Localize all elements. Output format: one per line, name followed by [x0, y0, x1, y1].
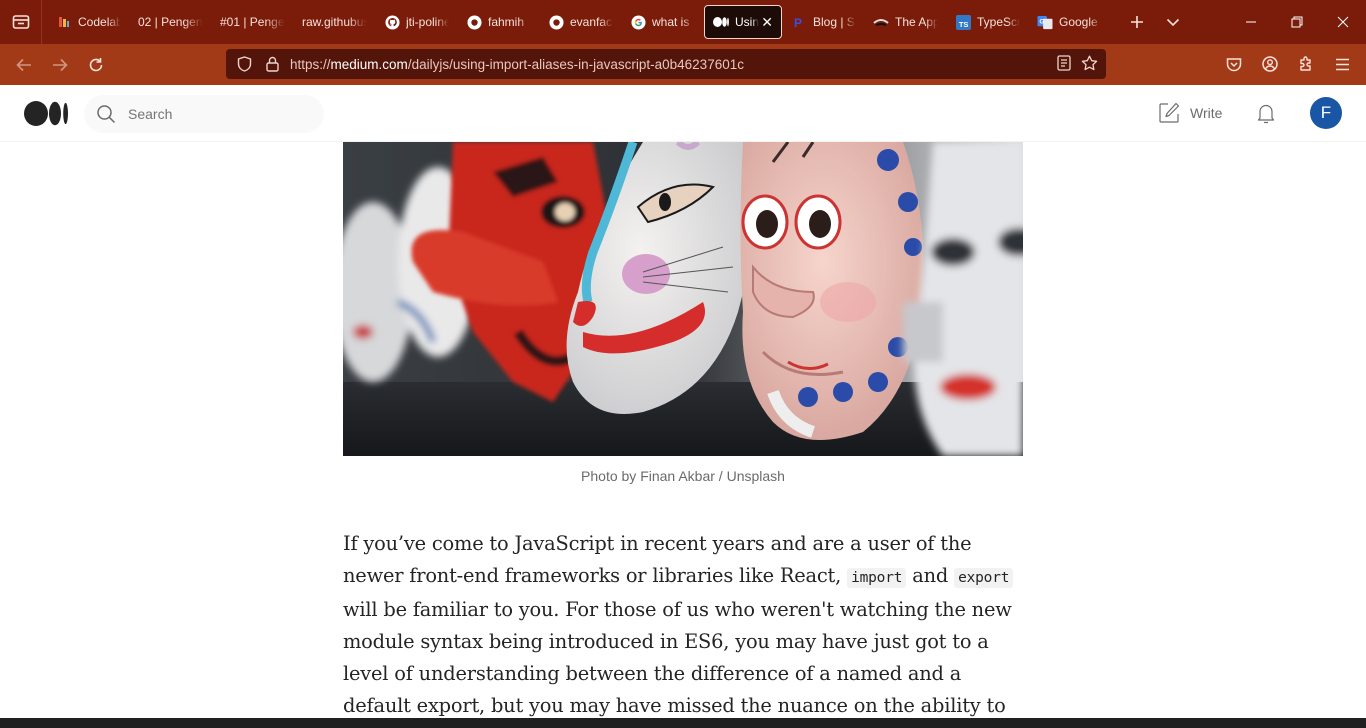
google-icon — [630, 14, 646, 30]
tab-title: fahmih — [488, 15, 525, 29]
url-host: medium.com — [330, 56, 408, 72]
svg-text:P: P — [794, 16, 802, 29]
medium-logo-icon — [24, 101, 68, 126]
plus-icon — [1131, 16, 1143, 28]
tab-typescript[interactable]: TS TypeScript — [947, 5, 1028, 39]
github-icon — [466, 14, 482, 30]
hamburger-menu-icon — [1335, 58, 1349, 70]
os-taskbar — [0, 718, 1366, 728]
tab-using-import-aliases[interactable]: Using ✕ — [704, 5, 782, 39]
paragraph-text-and: and — [912, 564, 949, 587]
account-icon — [1262, 56, 1278, 72]
tab-title: Blog | S — [813, 15, 855, 29]
tab-google-translate[interactable]: G Google — [1029, 5, 1110, 39]
tab-fahmih[interactable]: fahmih — [458, 5, 539, 39]
reload-button[interactable] — [78, 49, 114, 81]
reader-view-icon[interactable] — [1057, 54, 1071, 74]
arrow-left-icon — [16, 58, 31, 71]
tab-blog[interactable]: P Blog | S — [783, 5, 864, 39]
medium-logo[interactable] — [24, 101, 69, 131]
tab-overview-button[interactable] — [0, 0, 42, 44]
browser-tab-strip: Codelab 02 | Pengenalan #01 | Pengenalan… — [0, 0, 1366, 44]
tab-title: 02 | Pengenalan — [138, 15, 203, 29]
app-favicon-icon — [873, 14, 889, 30]
tab-title: jti-polinema — [406, 15, 449, 29]
new-tab-button[interactable] — [1119, 4, 1155, 40]
tab-jti-polinema[interactable]: jti-polinema — [376, 5, 457, 39]
tab-overview-icon — [12, 15, 29, 29]
bookmark-star-icon[interactable] — [1081, 55, 1098, 74]
close-icon — [1337, 16, 1349, 28]
medium-search — [84, 95, 324, 133]
arrow-right-icon — [53, 58, 68, 71]
bell-icon — [1257, 104, 1275, 124]
tracking-protection-shield-icon[interactable] — [234, 54, 254, 74]
paragraph-text-2: will be familiar to you. For those of us… — [343, 598, 1012, 728]
puzzle-icon — [1300, 56, 1311, 71]
tab-title: The App — [895, 15, 938, 29]
medium-favicon-icon — [713, 14, 729, 30]
tab-evanfac[interactable]: evanfac — [540, 5, 621, 39]
tab-title: raw.githubusercontent — [302, 15, 367, 29]
tab-title: Using — [735, 15, 760, 29]
restore-icon — [1291, 16, 1303, 28]
url-prefix: https:// — [290, 56, 331, 72]
back-button[interactable] — [6, 49, 42, 81]
reload-icon — [89, 57, 103, 71]
tab-the-app[interactable]: The App — [865, 5, 946, 39]
list-all-tabs-button[interactable] — [1155, 4, 1191, 40]
user-avatar[interactable]: F — [1310, 97, 1342, 129]
minimize-icon — [1246, 21, 1256, 23]
tab-pengenalan-01[interactable]: #01 | Pengenalan — [212, 5, 293, 39]
tab-title: what is — [652, 15, 690, 29]
minimize-window-button[interactable] — [1228, 0, 1274, 44]
github-icon — [384, 14, 400, 30]
chevron-down-icon — [1166, 18, 1180, 27]
address-bar[interactable]: https://medium.com/dailyjs/using-import-… — [226, 49, 1106, 79]
google-translate-icon: G — [1037, 14, 1053, 30]
forward-button[interactable] — [42, 49, 78, 81]
tab-title: Codelab — [78, 15, 121, 29]
search-icon — [97, 105, 116, 124]
pocket-icon — [1226, 57, 1242, 71]
tab-title: TypeScript — [977, 15, 1020, 29]
write-label: Write — [1190, 105, 1223, 121]
close-window-button[interactable] — [1320, 0, 1366, 44]
restore-window-button[interactable] — [1274, 0, 1320, 44]
write-button[interactable]: Write — [1158, 102, 1222, 124]
url-path: /dailyjs/using-import-aliases-in-javascr… — [407, 56, 744, 72]
extensions-button[interactable] — [1288, 48, 1324, 80]
tab-list: Codelab 02 | Pengenalan #01 | Pengenalan… — [42, 0, 1111, 44]
app-menu-button[interactable] — [1324, 48, 1360, 80]
svg-text:G: G — [1039, 18, 1044, 25]
image-caption: Photo by Finan Akbar / Unsplash — [581, 468, 785, 484]
lock-icon[interactable] — [262, 54, 282, 74]
inline-code-export: export — [954, 568, 1014, 588]
write-icon — [1159, 102, 1180, 123]
browser-toolbar: https://medium.com/dailyjs/using-import-… — [0, 44, 1366, 85]
tab-codelab[interactable]: Codelab — [48, 5, 129, 39]
medium-header: Write F — [0, 85, 1366, 142]
pocket-button[interactable] — [1216, 48, 1252, 80]
tab-what-is[interactable]: what is — [622, 5, 703, 39]
article-paragraph: If you’ve come to JavaScript in recent y… — [343, 528, 1027, 728]
github-icon — [548, 14, 564, 30]
tab-title: evanfac — [570, 15, 613, 29]
url-text[interactable]: https://medium.com/dailyjs/using-import-… — [290, 57, 1057, 72]
svg-text:TS: TS — [958, 20, 968, 29]
tab-title: #01 | Pengenalan — [220, 15, 285, 29]
masks-photo — [343, 142, 1023, 456]
article-hero-image — [343, 142, 1023, 456]
ts-favicon-icon: TS — [955, 14, 971, 30]
tab-pengenalan-02[interactable]: 02 | Pengenalan — [130, 5, 211, 39]
notifications-button[interactable] — [1254, 101, 1278, 130]
blog-favicon-icon: P — [791, 14, 807, 30]
tab-title: Google — [1059, 15, 1098, 29]
inline-code-import: import — [847, 568, 907, 588]
account-button[interactable] — [1252, 48, 1288, 80]
codelab-favicon-icon — [56, 14, 72, 30]
close-tab-icon[interactable]: ✕ — [761, 14, 773, 31]
search-input[interactable] — [128, 106, 298, 122]
tab-raw-github[interactable]: raw.githubusercontent — [294, 5, 375, 39]
